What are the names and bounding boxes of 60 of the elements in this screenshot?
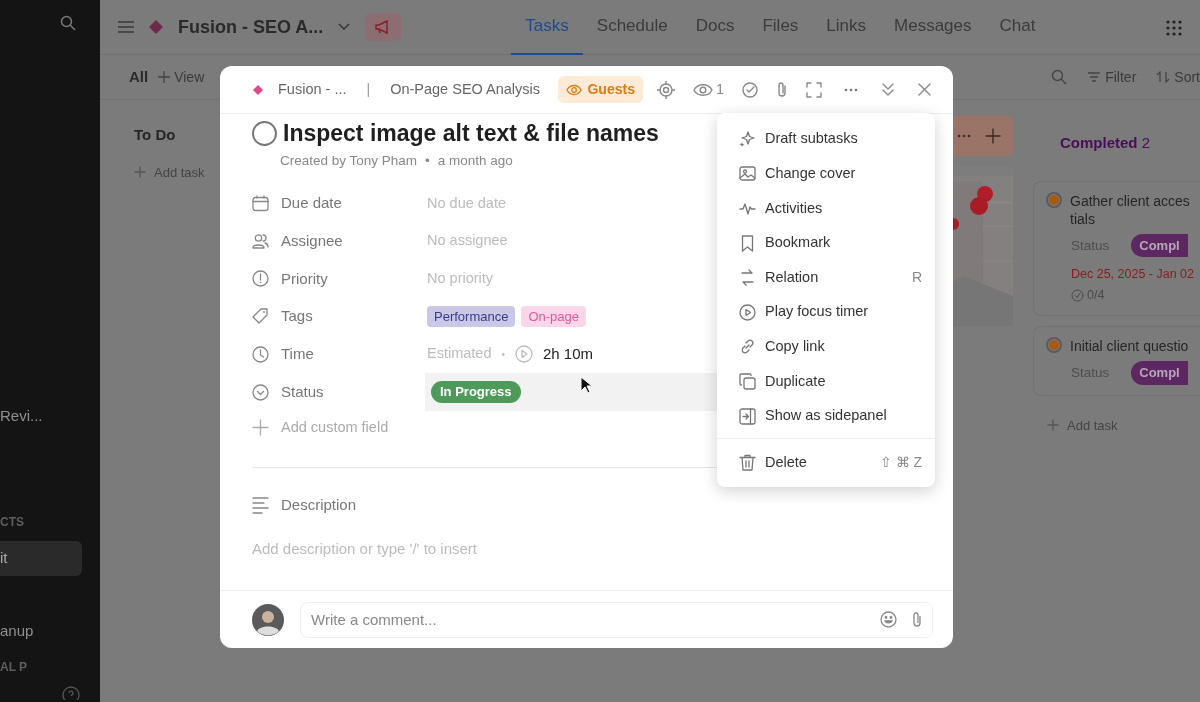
time-value[interactable]: 2h 10m [543,343,594,366]
sidebar-item[interactable]: Revi... [0,398,100,433]
field-label: Priority [281,268,328,289]
all-view-tab[interactable]: All [129,65,149,89]
field-label: Due date [281,193,342,214]
status-badge: Compl [1131,233,1188,258]
column-title: Completed 2 [1059,133,1151,153]
shortcut-hint: ⇧ ⌘ Z [879,453,922,473]
card-title: tials [1070,209,1096,228]
sidebar-item[interactable]: anup [0,613,100,648]
menu-item[interactable]: Delete ⇧ ⌘ Z [717,445,935,480]
sidebar-item[interactable]: it [0,541,82,576]
separator-dot: • [425,151,430,170]
nav-tab[interactable]: Schedule [582,0,682,55]
card-title: Gather client acces [1070,191,1190,210]
description-label: Description [281,494,357,515]
nav-tab[interactable]: Files [748,0,813,55]
field-label: Assignee [281,231,343,252]
add-view-button[interactable]: View [158,66,205,88]
status-badge[interactable]: In Progress [431,381,521,403]
add-custom-field-button[interactable]: Add custom field [252,410,389,445]
nav-tab[interactable]: Links [812,0,881,55]
date-range: Dec 25, 2025 - Jan 02 [1071,266,1195,284]
watchers-button[interactable]: 1 [692,78,724,101]
menu-item[interactable]: Play focus timer [717,294,935,330]
project-title[interactable]: Fusion - SEO A... [178,13,324,41]
nav-tab[interactable]: Messages [880,0,986,55]
field-label: Status [281,381,324,402]
filter-button[interactable]: Filter [1087,66,1137,88]
comment-field[interactable]: Write a comment... [300,601,933,638]
breadcrumb-separator: | [366,80,371,99]
guests-button[interactable]: Guests [558,76,643,103]
nav-tab[interactable]: Chat [985,0,1050,55]
menu-item[interactable]: Draft subtasks [717,122,935,157]
menu-item[interactable]: Copy link [717,329,935,365]
field-label: Time [281,344,314,365]
shortcut-hint: R [911,268,922,288]
column-title: To Do [134,125,176,145]
breadcrumb-link[interactable]: Fusion - ... [278,78,347,101]
sort-button[interactable]: Sort [1156,66,1200,88]
section-heading: CTS [0,514,25,531]
estimate-label: Estimated [427,344,492,364]
menu-item[interactable]: Bookmark [717,225,935,261]
tag[interactable]: On-page [521,305,586,328]
section-heading: AL P [0,659,29,676]
task-title[interactable]: Inspect image alt text & file names [283,116,659,151]
card-title: Initial client questio [1070,336,1189,356]
breadcrumb-link[interactable]: On-Page SEO Analysis [390,78,541,101]
created-by: Created by Tony Pham [280,151,418,170]
menu-item[interactable]: Change cover [717,156,935,192]
field-label: Tags [281,306,313,327]
created-time: a month ago [437,151,513,170]
status-badge: Compl [1131,361,1188,385]
menu-item[interactable]: Relation R [717,260,935,295]
description-placeholder[interactable]: Add description or type '/' to insert [252,538,921,561]
separator-dot: • [501,347,505,362]
nav-tab[interactable]: Docs [681,0,749,55]
tag[interactable]: Performance [427,305,516,328]
nav-tab[interactable]: Tasks [511,0,583,55]
menu-item[interactable]: Activities [717,191,935,226]
